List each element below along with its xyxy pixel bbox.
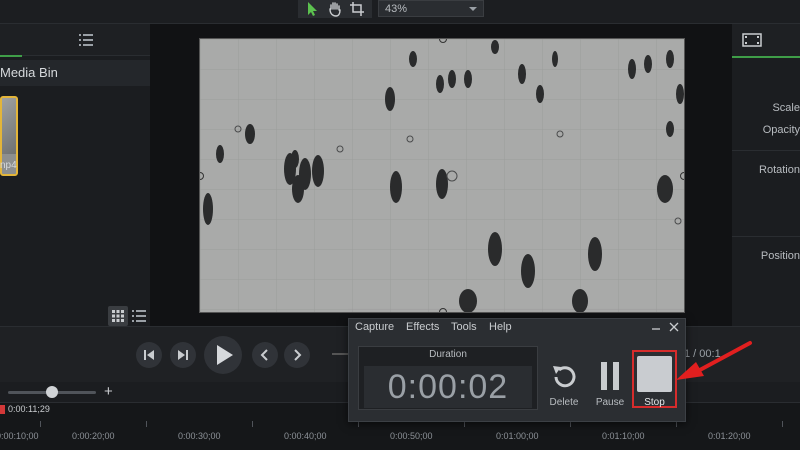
minimize-icon[interactable] bbox=[650, 321, 662, 333]
close-icon[interactable] bbox=[668, 320, 680, 332]
playhead-time: 0:00:11;29 bbox=[8, 404, 50, 414]
media-bin-title: Media Bin bbox=[0, 65, 58, 80]
chevron-left-icon bbox=[260, 349, 268, 361]
annotation-arrow-icon bbox=[670, 338, 755, 388]
menu-tools[interactable]: Tools bbox=[451, 321, 477, 333]
crop-tool-icon[interactable] bbox=[348, 1, 368, 17]
ruler-label: 0:00:10;00 bbox=[0, 431, 39, 441]
delete-button[interactable] bbox=[547, 360, 581, 394]
list-icon[interactable] bbox=[78, 32, 94, 53]
menu-help[interactable]: Help bbox=[489, 321, 512, 333]
property-opacity: Opacity bbox=[762, 124, 800, 136]
chevron-right-icon bbox=[294, 349, 302, 361]
tool-group bbox=[298, 0, 372, 18]
left-tab-strip bbox=[0, 24, 150, 56]
step-back-icon bbox=[144, 350, 154, 360]
select-tool-icon[interactable] bbox=[302, 1, 322, 17]
duration-label: Duration bbox=[429, 349, 467, 360]
grid-view-icon[interactable] bbox=[108, 306, 128, 326]
list-view-icon[interactable] bbox=[130, 306, 148, 326]
ruler-label: 0:00:30;00 bbox=[178, 431, 221, 441]
next-marker-button[interactable] bbox=[284, 342, 310, 368]
play-button[interactable] bbox=[204, 336, 242, 374]
crop-handle-bottom-left[interactable] bbox=[200, 292, 220, 312]
ruler-label: 0:01:20;00 bbox=[708, 431, 751, 441]
crowd-scene-image bbox=[200, 39, 684, 312]
ruler-label: 0:00:20;00 bbox=[72, 431, 115, 441]
step-back-button[interactable] bbox=[136, 342, 162, 368]
clip-preview-image bbox=[2, 98, 16, 154]
ruler-tick bbox=[146, 421, 147, 427]
ruler-label: 0:01:00;00 bbox=[496, 431, 539, 441]
property-separator bbox=[732, 150, 800, 151]
crop-handle-top-left[interactable] bbox=[200, 39, 220, 59]
duration-value: 0:00:02 bbox=[387, 368, 509, 406]
chevron-down-icon bbox=[469, 7, 477, 11]
crop-handle-top-right[interactable] bbox=[664, 39, 684, 59]
step-forward-button[interactable] bbox=[170, 342, 196, 368]
step-forward-icon bbox=[178, 350, 188, 360]
ruler-tick bbox=[40, 421, 41, 427]
pause-button[interactable] bbox=[596, 360, 624, 392]
zoom-select[interactable]: 43% bbox=[378, 0, 484, 17]
play-icon bbox=[217, 345, 233, 365]
property-scale: Scale bbox=[772, 102, 800, 114]
zoom-value: 43% bbox=[385, 3, 408, 15]
film-strip-icon[interactable] bbox=[742, 32, 762, 53]
pan-tool-icon[interactable] bbox=[325, 1, 345, 17]
left-tab-accent bbox=[0, 55, 22, 57]
right-tab-strip bbox=[732, 24, 800, 57]
ruler-label: 0:00:40;00 bbox=[284, 431, 327, 441]
resize-handle-right[interactable] bbox=[680, 172, 684, 180]
pause-label: Pause bbox=[595, 397, 625, 408]
stop-button[interactable] bbox=[637, 356, 672, 392]
zoom-slider-knob[interactable] bbox=[46, 386, 58, 398]
zoom-in-icon[interactable]: + bbox=[104, 383, 113, 400]
clip-label: np4 bbox=[0, 160, 17, 171]
right-tab-accent bbox=[732, 56, 800, 58]
ruler-label: 0:01:10;00 bbox=[602, 431, 645, 441]
pause-icon bbox=[601, 362, 619, 390]
previous-marker-button[interactable] bbox=[252, 342, 278, 368]
menu-capture[interactable]: Capture bbox=[355, 321, 394, 333]
ruler-tick bbox=[782, 421, 783, 427]
ruler-label: 0:00:50;00 bbox=[390, 431, 433, 441]
property-separator bbox=[732, 236, 800, 237]
stop-label: Stop bbox=[644, 397, 665, 408]
menu-effects[interactable]: Effects bbox=[406, 321, 439, 333]
property-position: Position bbox=[760, 250, 800, 262]
undo-arrow-icon bbox=[553, 366, 576, 388]
video-preview[interactable] bbox=[199, 38, 685, 313]
ruler-tick bbox=[252, 421, 253, 427]
resize-handle-bottom[interactable] bbox=[439, 308, 447, 312]
crop-handle-bottom-right[interactable] bbox=[664, 292, 684, 312]
delete-label: Delete bbox=[549, 397, 579, 408]
property-rotation: Rotation bbox=[759, 164, 800, 176]
